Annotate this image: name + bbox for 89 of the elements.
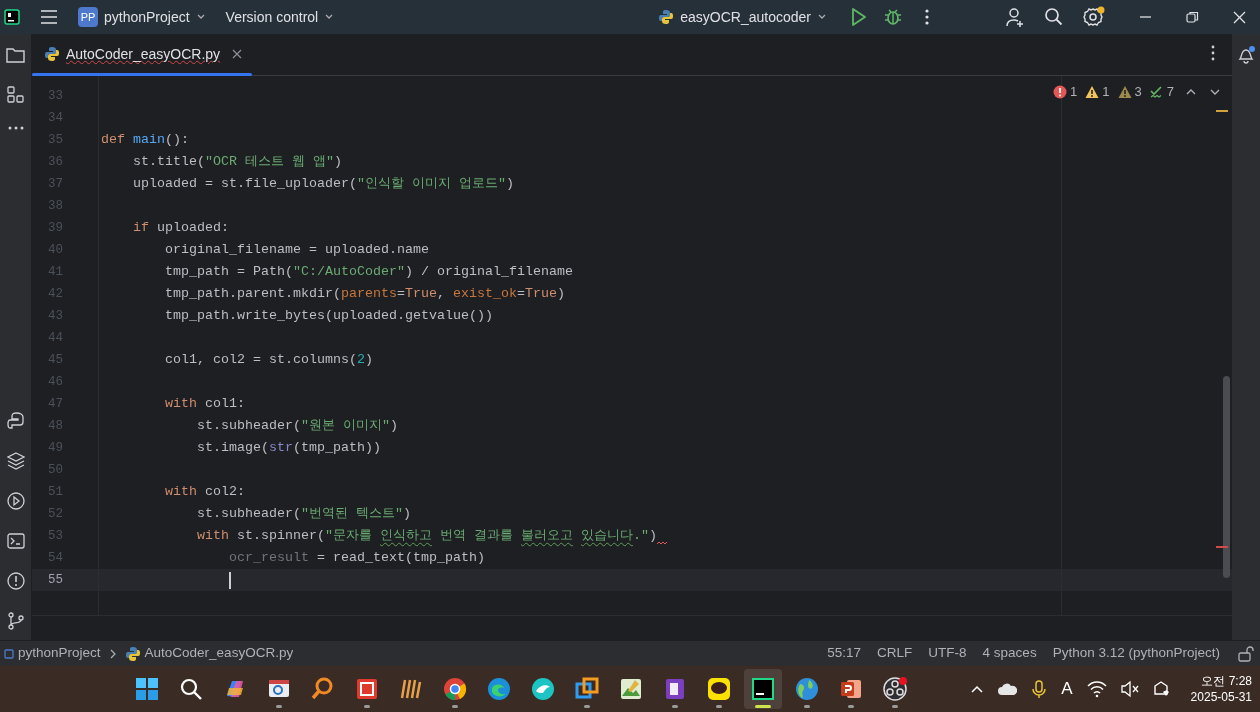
run-services-icon[interactable] <box>6 492 25 510</box>
python-console-icon[interactable] <box>6 412 25 430</box>
framed-square-icon[interactable] <box>354 676 380 702</box>
tab-options-icon[interactable] <box>1210 45 1216 61</box>
more-options-icon[interactable] <box>923 8 931 26</box>
code-line: tmp_path = Path("C:/AutoCoder") / original_filename <box>165 263 573 281</box>
code-line: if uploaded: <box>133 219 229 237</box>
more-tools-icon[interactable] <box>6 125 25 131</box>
code-line: with col2: <box>165 483 245 501</box>
structure-icon[interactable] <box>7 86 24 103</box>
status-item[interactable]: 4 spaces <box>982 643 1037 664</box>
weak-warning-icon[interactable] <box>1117 84 1132 99</box>
lock-icon[interactable] <box>1238 645 1254 662</box>
code-line: with st.spinner("문자를 인식하고 번역 결과를 불러오고 있습니다.") <box>197 527 657 545</box>
menu-icon[interactable] <box>39 7 59 27</box>
error-marker <box>1216 546 1228 548</box>
warning-icon[interactable] <box>1085 84 1100 99</box>
problems-icon[interactable] <box>6 572 25 590</box>
input-indicator[interactable]: A <box>1061 676 1073 702</box>
project-badge: PP <box>78 7 98 27</box>
python-file-icon[interactable] <box>44 46 60 62</box>
code-line: st.title("OCR 테스트 웹 앱") <box>133 153 342 171</box>
debug-bug-icon[interactable] <box>883 7 903 27</box>
next-highlight-icon[interactable] <box>1210 87 1220 96</box>
breadcrumb[interactable]: pythonProject <box>4 643 101 664</box>
line-number: 55 <box>47 571 63 589</box>
code-line: def main(): <box>101 131 189 149</box>
clock-date: 2025-05-31 <box>1190 689 1252 705</box>
code-line: original_filename = uploaded.name <box>165 241 429 259</box>
code-line: st.subheader("원본 이미지") <box>197 417 398 435</box>
clock-time: 오전 7:28 <box>1201 673 1252 689</box>
code-line: ocr_result = read_text(tmp_path) <box>229 549 485 567</box>
python-icon[interactable] <box>658 9 675 25</box>
close-tab-icon[interactable] <box>232 49 243 59</box>
inspection-count: 7 <box>1166 83 1174 101</box>
project-selector[interactable]: PP pythonProject <box>78 4 212 30</box>
git-branch-icon[interactable] <box>6 612 25 630</box>
terminal-icon[interactable] <box>6 532 25 550</box>
module-icon[interactable] <box>4 648 14 659</box>
code-line: col1, col2 = st.columns(2) <box>165 351 373 369</box>
layers-icon[interactable] <box>6 452 25 470</box>
globe-icon[interactable] <box>794 676 820 702</box>
windows-icon[interactable] <box>134 676 160 702</box>
code-line: tmp_path.parent.mkdir(parents=True, exist_ok=True) <box>165 285 565 303</box>
code-line: st.image(str(tmp_path)) <box>197 439 381 457</box>
code-line: uploaded = st.file_uploader("인식할 이미지 업로드") <box>133 175 514 193</box>
tab-label: AutoCoder_easyOCR.py <box>66 44 221 64</box>
warning-marker <box>1216 110 1228 112</box>
restore-icon[interactable] <box>1186 10 1199 24</box>
notifications-icon[interactable] <box>1237 46 1255 64</box>
app-logo-icon[interactable] <box>4 9 20 25</box>
status-item[interactable]: UTF-8 <box>928 643 967 664</box>
python-file-icon[interactable] <box>124 645 141 662</box>
image-editor-icon[interactable] <box>618 676 644 702</box>
status-item[interactable]: Python 3.12 (pythonProject) <box>1052 643 1220 664</box>
inspection-count: 1 <box>1070 83 1078 101</box>
check-icon[interactable] <box>1149 84 1164 99</box>
overlapping-squares-icon[interactable] <box>574 676 600 702</box>
inspection-count: 1 <box>1102 83 1110 101</box>
chat-bubble-icon[interactable] <box>706 676 732 702</box>
cloud-icon[interactable] <box>997 681 1018 697</box>
inspection-count: 3 <box>1134 83 1142 101</box>
run-config-selector[interactable]: easyOCR_autocoder <box>654 4 831 30</box>
run-icon[interactable] <box>849 7 869 27</box>
status-item[interactable]: CRLF <box>877 643 913 664</box>
breadcrumb[interactable]: AutoCoder_easyOCR.py <box>124 643 294 664</box>
editor-tab[interactable]: AutoCoder_easyOCR.py <box>32 33 253 75</box>
error-icon[interactable] <box>1053 84 1068 99</box>
microphone-icon[interactable] <box>1031 679 1048 699</box>
taskbar-app[interactable] <box>744 669 782 709</box>
previous-highlight-icon[interactable] <box>1186 87 1196 96</box>
muted-speaker-icon[interactable] <box>1120 680 1139 698</box>
search-icon[interactable] <box>1044 7 1064 27</box>
close-icon[interactable] <box>1233 10 1246 24</box>
scrollbar-thumb[interactable] <box>1223 376 1230 578</box>
settings-icon[interactable] <box>1083 6 1105 28</box>
vcs-menu[interactable]: Version control <box>221 4 339 30</box>
add-user-icon[interactable] <box>1005 7 1025 27</box>
code-line: tmp_path.write_bytes(uploaded.getvalue()) <box>165 307 493 325</box>
wifi-icon[interactable] <box>1086 680 1107 698</box>
code-line: st.subheader("번역된 텍스트") <box>197 505 411 523</box>
chevron-up-icon[interactable] <box>971 684 984 694</box>
status-item[interactable]: 55:17 <box>827 643 862 664</box>
clock[interactable]: 오전 7:28 2025-05-31 <box>1190 673 1252 705</box>
code-line: with col1: <box>165 395 245 413</box>
recorder-icon[interactable] <box>882 676 908 702</box>
chevron-right-icon[interactable] <box>108 648 117 659</box>
folder-icon[interactable] <box>6 46 25 64</box>
search-icon[interactable] <box>178 676 204 702</box>
